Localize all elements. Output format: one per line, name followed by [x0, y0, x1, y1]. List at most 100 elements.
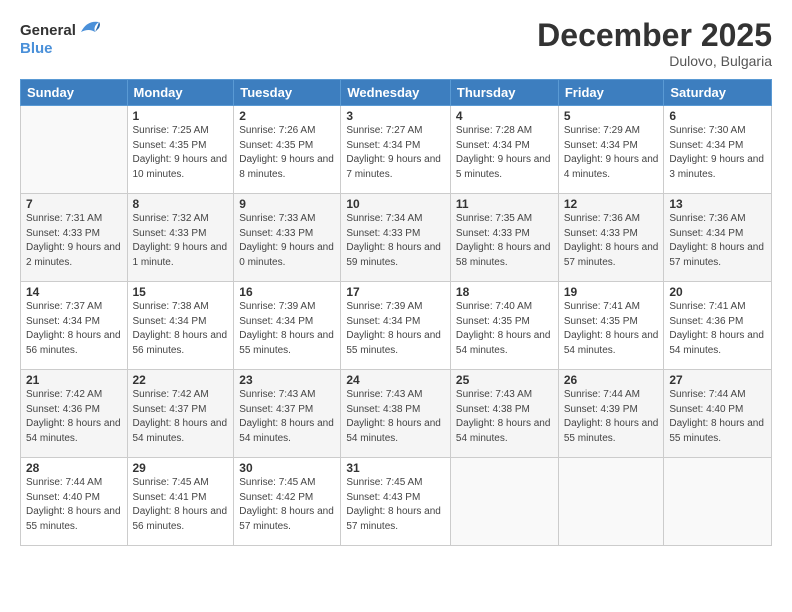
- day-info: Sunrise: 7:30 AMSunset: 4:34 PMDaylight:…: [669, 125, 764, 180]
- calendar-table: SundayMondayTuesdayWednesdayThursdayFrid…: [20, 79, 772, 546]
- day-info: Sunrise: 7:33 AMSunset: 4:33 PMDaylight:…: [239, 213, 334, 268]
- week-row-4: 21 Sunrise: 7:42 AMSunset: 4:36 PMDaylig…: [21, 370, 772, 458]
- day-number: 2: [239, 109, 335, 123]
- day-cell: 26 Sunrise: 7:44 AMSunset: 4:39 PMDaylig…: [558, 370, 664, 458]
- day-cell: 22 Sunrise: 7:42 AMSunset: 4:37 PMDaylig…: [127, 370, 234, 458]
- day-number: 11: [456, 197, 553, 211]
- day-cell: 18 Sunrise: 7:40 AMSunset: 4:35 PMDaylig…: [450, 282, 558, 370]
- logo-bird-icon: [79, 18, 101, 43]
- day-number: 5: [564, 109, 659, 123]
- day-info: Sunrise: 7:35 AMSunset: 4:33 PMDaylight:…: [456, 213, 551, 268]
- day-info: Sunrise: 7:45 AMSunset: 4:41 PMDaylight:…: [133, 477, 228, 532]
- day-cell: 3 Sunrise: 7:27 AMSunset: 4:34 PMDayligh…: [341, 106, 451, 194]
- day-cell: [21, 106, 128, 194]
- day-cell: 24 Sunrise: 7:43 AMSunset: 4:38 PMDaylig…: [341, 370, 451, 458]
- day-cell: 21 Sunrise: 7:42 AMSunset: 4:36 PMDaylig…: [21, 370, 128, 458]
- day-cell: 19 Sunrise: 7:41 AMSunset: 4:35 PMDaylig…: [558, 282, 664, 370]
- day-info: Sunrise: 7:34 AMSunset: 4:33 PMDaylight:…: [346, 213, 441, 268]
- day-cell: 14 Sunrise: 7:37 AMSunset: 4:34 PMDaylig…: [21, 282, 128, 370]
- day-cell: 27 Sunrise: 7:44 AMSunset: 4:40 PMDaylig…: [664, 370, 772, 458]
- day-cell: [664, 458, 772, 546]
- logo-general-text: General: [20, 23, 76, 38]
- day-cell: 28 Sunrise: 7:44 AMSunset: 4:40 PMDaylig…: [21, 458, 128, 546]
- day-cell: 15 Sunrise: 7:38 AMSunset: 4:34 PMDaylig…: [127, 282, 234, 370]
- day-number: 12: [564, 197, 659, 211]
- day-cell: 4 Sunrise: 7:28 AMSunset: 4:34 PMDayligh…: [450, 106, 558, 194]
- day-cell: 16 Sunrise: 7:39 AMSunset: 4:34 PMDaylig…: [234, 282, 341, 370]
- day-number: 16: [239, 285, 335, 299]
- day-cell: 12 Sunrise: 7:36 AMSunset: 4:33 PMDaylig…: [558, 194, 664, 282]
- day-number: 10: [346, 197, 445, 211]
- logo: General Blue: [20, 18, 101, 56]
- day-number: 28: [26, 461, 122, 475]
- day-info: Sunrise: 7:43 AMSunset: 4:38 PMDaylight:…: [346, 389, 441, 444]
- day-cell: 31 Sunrise: 7:45 AMSunset: 4:43 PMDaylig…: [341, 458, 451, 546]
- day-number: 14: [26, 285, 122, 299]
- day-cell: 29 Sunrise: 7:45 AMSunset: 4:41 PMDaylig…: [127, 458, 234, 546]
- day-number: 31: [346, 461, 445, 475]
- week-row-3: 14 Sunrise: 7:37 AMSunset: 4:34 PMDaylig…: [21, 282, 772, 370]
- day-info: Sunrise: 7:44 AMSunset: 4:39 PMDaylight:…: [564, 389, 659, 444]
- day-number: 20: [669, 285, 766, 299]
- day-number: 21: [26, 373, 122, 387]
- weekday-sunday: Sunday: [21, 80, 128, 106]
- day-info: Sunrise: 7:29 AMSunset: 4:34 PMDaylight:…: [564, 125, 659, 180]
- day-number: 6: [669, 109, 766, 123]
- location: Dulovo, Bulgaria: [537, 53, 772, 69]
- day-info: Sunrise: 7:41 AMSunset: 4:35 PMDaylight:…: [564, 301, 659, 356]
- day-info: Sunrise: 7:31 AMSunset: 4:33 PMDaylight:…: [26, 213, 121, 268]
- day-cell: 7 Sunrise: 7:31 AMSunset: 4:33 PMDayligh…: [21, 194, 128, 282]
- day-number: 27: [669, 373, 766, 387]
- day-number: 7: [26, 197, 122, 211]
- week-row-1: 1 Sunrise: 7:25 AMSunset: 4:35 PMDayligh…: [21, 106, 772, 194]
- weekday-tuesday: Tuesday: [234, 80, 341, 106]
- day-number: 3: [346, 109, 445, 123]
- day-number: 13: [669, 197, 766, 211]
- day-info: Sunrise: 7:45 AMSunset: 4:43 PMDaylight:…: [346, 477, 441, 532]
- weekday-wednesday: Wednesday: [341, 80, 451, 106]
- day-info: Sunrise: 7:27 AMSunset: 4:34 PMDaylight:…: [346, 125, 441, 180]
- day-cell: 5 Sunrise: 7:29 AMSunset: 4:34 PMDayligh…: [558, 106, 664, 194]
- week-row-2: 7 Sunrise: 7:31 AMSunset: 4:33 PMDayligh…: [21, 194, 772, 282]
- day-info: Sunrise: 7:39 AMSunset: 4:34 PMDaylight:…: [346, 301, 441, 356]
- day-number: 22: [133, 373, 229, 387]
- day-info: Sunrise: 7:32 AMSunset: 4:33 PMDaylight:…: [133, 213, 228, 268]
- day-cell: 8 Sunrise: 7:32 AMSunset: 4:33 PMDayligh…: [127, 194, 234, 282]
- day-cell: 1 Sunrise: 7:25 AMSunset: 4:35 PMDayligh…: [127, 106, 234, 194]
- day-cell: 13 Sunrise: 7:36 AMSunset: 4:34 PMDaylig…: [664, 194, 772, 282]
- calendar-page: General Blue December 2025 Dulovo, Bulga…: [0, 0, 792, 612]
- day-cell: 17 Sunrise: 7:39 AMSunset: 4:34 PMDaylig…: [341, 282, 451, 370]
- day-cell: 9 Sunrise: 7:33 AMSunset: 4:33 PMDayligh…: [234, 194, 341, 282]
- day-cell: 10 Sunrise: 7:34 AMSunset: 4:33 PMDaylig…: [341, 194, 451, 282]
- day-info: Sunrise: 7:36 AMSunset: 4:33 PMDaylight:…: [564, 213, 659, 268]
- day-cell: 11 Sunrise: 7:35 AMSunset: 4:33 PMDaylig…: [450, 194, 558, 282]
- day-info: Sunrise: 7:43 AMSunset: 4:38 PMDaylight:…: [456, 389, 551, 444]
- title-area: December 2025 Dulovo, Bulgaria: [537, 18, 772, 69]
- day-info: Sunrise: 7:37 AMSunset: 4:34 PMDaylight:…: [26, 301, 121, 356]
- day-info: Sunrise: 7:41 AMSunset: 4:36 PMDaylight:…: [669, 301, 764, 356]
- day-info: Sunrise: 7:42 AMSunset: 4:36 PMDaylight:…: [26, 389, 121, 444]
- day-info: Sunrise: 7:36 AMSunset: 4:34 PMDaylight:…: [669, 213, 764, 268]
- day-number: 15: [133, 285, 229, 299]
- weekday-friday: Friday: [558, 80, 664, 106]
- day-info: Sunrise: 7:38 AMSunset: 4:34 PMDaylight:…: [133, 301, 228, 356]
- week-row-5: 28 Sunrise: 7:44 AMSunset: 4:40 PMDaylig…: [21, 458, 772, 546]
- day-info: Sunrise: 7:25 AMSunset: 4:35 PMDaylight:…: [133, 125, 228, 180]
- day-number: 8: [133, 197, 229, 211]
- day-cell: 23 Sunrise: 7:43 AMSunset: 4:37 PMDaylig…: [234, 370, 341, 458]
- day-info: Sunrise: 7:40 AMSunset: 4:35 PMDaylight:…: [456, 301, 551, 356]
- day-cell: 6 Sunrise: 7:30 AMSunset: 4:34 PMDayligh…: [664, 106, 772, 194]
- day-number: 4: [456, 109, 553, 123]
- day-info: Sunrise: 7:45 AMSunset: 4:42 PMDaylight:…: [239, 477, 334, 532]
- day-number: 24: [346, 373, 445, 387]
- day-cell: 20 Sunrise: 7:41 AMSunset: 4:36 PMDaylig…: [664, 282, 772, 370]
- day-number: 26: [564, 373, 659, 387]
- day-number: 19: [564, 285, 659, 299]
- day-number: 9: [239, 197, 335, 211]
- day-info: Sunrise: 7:39 AMSunset: 4:34 PMDaylight:…: [239, 301, 334, 356]
- weekday-thursday: Thursday: [450, 80, 558, 106]
- page-header: General Blue December 2025 Dulovo, Bulga…: [20, 18, 772, 69]
- weekday-header-row: SundayMondayTuesdayWednesdayThursdayFrid…: [21, 80, 772, 106]
- day-cell: [558, 458, 664, 546]
- month-title: December 2025: [537, 18, 772, 53]
